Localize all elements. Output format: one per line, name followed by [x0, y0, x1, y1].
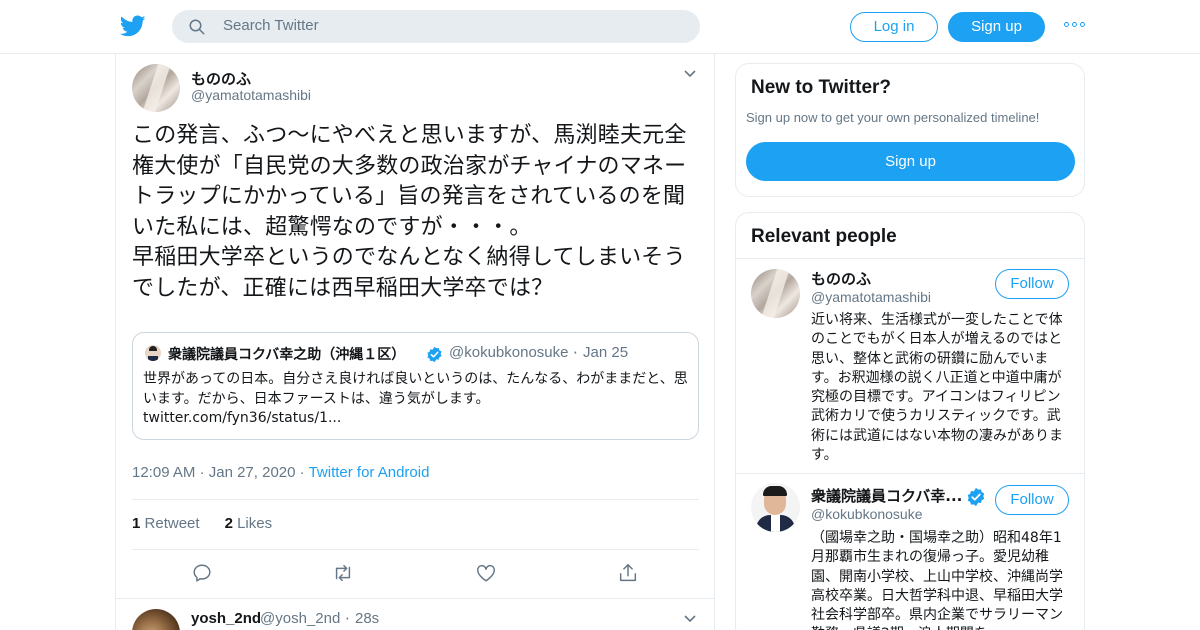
top-bar: Search Twitter Log in Sign up: [0, 0, 1200, 54]
likes-label: Likes: [237, 515, 273, 532]
quoted-author-handle: @kokubkonosuke: [449, 344, 569, 361]
quoted-author-name: 衆議院議員コクバ幸之助（沖縄１区）: [168, 347, 406, 363]
tweet-date[interactable]: Jan 27, 2020: [209, 464, 296, 481]
verified-badge-icon: [427, 346, 442, 363]
more-icon[interactable]: [1064, 22, 1086, 30]
avatar[interactable]: [132, 609, 180, 630]
dot-separator: ·: [573, 344, 578, 362]
avatar[interactable]: [751, 483, 800, 532]
timeline-column: もののふ @yamatotamashibi この発言、ふつ～にやべえと思いますが…: [115, 54, 715, 630]
quoted-tweet[interactable]: 衆議院議員コクバ幸之助（沖縄１区） @kokubkonosuke · Jan 2…: [132, 332, 699, 440]
relevant-people-card: Relevant people もののふ @yamatotamashibi Fo…: [735, 212, 1085, 630]
verified-badge-icon: [967, 487, 985, 507]
quoted-avatar: [145, 345, 161, 361]
reply-icon[interactable]: [191, 562, 213, 584]
person-name[interactable]: 衆議院議員コクバ幸...: [811, 485, 962, 506]
likes-count: 2: [224, 515, 233, 532]
chevron-down-icon[interactable]: [684, 615, 696, 623]
tweet-meta: 12:09 AM · Jan 27, 2020 · Twitter for An…: [132, 464, 429, 481]
quoted-text: 世界があっての日本。自分さえ良ければ良いというのは、たんなる、わがままだと、思い…: [143, 370, 693, 429]
quoted-link[interactable]: twitter.com/fyn36/status/1...: [143, 410, 341, 426]
chevron-down-icon[interactable]: [684, 70, 696, 78]
like-heart-icon[interactable]: [475, 562, 497, 584]
dot-separator: ·: [345, 610, 350, 628]
divider: [132, 499, 699, 500]
divider: [736, 258, 1084, 259]
relevant-people-title: Relevant people: [751, 226, 897, 247]
quoted-date: Jan 25: [583, 344, 629, 361]
share-icon[interactable]: [617, 562, 639, 584]
next-tweet-author-handle[interactable]: @yosh_2nd: [260, 610, 340, 627]
signup-button[interactable]: Sign up: [948, 12, 1045, 42]
new-card-title: New to Twitter?: [751, 77, 892, 98]
tweet-separator: [116, 598, 714, 599]
tweet-actions: [132, 562, 699, 586]
dot-separator: ·: [299, 464, 309, 481]
avatar[interactable]: [751, 269, 800, 318]
follow-button[interactable]: Follow: [995, 269, 1069, 299]
tweet-stats: 1 Retweet 2 Likes: [132, 515, 272, 532]
follow-button[interactable]: Follow: [995, 485, 1069, 515]
avatar[interactable]: [132, 64, 180, 112]
new-to-twitter-card: New to Twitter? Sign up now to get your …: [735, 63, 1085, 197]
divider: [736, 473, 1084, 474]
login-button[interactable]: Log in: [850, 12, 938, 42]
search-box[interactable]: Search Twitter: [172, 10, 700, 43]
person-name[interactable]: もののふ: [811, 268, 871, 289]
person-handle[interactable]: @kokubkonosuke: [811, 506, 923, 522]
next-tweet-time[interactable]: 28s: [355, 610, 379, 627]
search-icon: [189, 19, 205, 35]
retweet-count: 1: [132, 515, 141, 532]
tweet-time: 12:09 AM: [132, 464, 196, 481]
search-input[interactable]: Search Twitter: [223, 17, 319, 34]
retweet-icon[interactable]: [332, 562, 354, 584]
tweet-author-name[interactable]: もののふ: [191, 68, 251, 89]
retweet-label: Retweet: [144, 515, 200, 532]
quoted-body: 世界があっての日本。自分さえ良ければ良いというのは、たんなる、わがままだと、思い…: [143, 371, 688, 407]
dot-separator: ·: [199, 464, 209, 481]
tweet-source-link[interactable]: Twitter for Android: [309, 464, 430, 481]
new-card-subtitle: Sign up now to get your own personalized…: [746, 110, 1040, 125]
person-bio: （國場幸之助・国場幸之助）昭和48年1月那覇市生まれの復帰っ子。愛児幼稚園、開南…: [811, 530, 1063, 630]
sidebar-signup-button[interactable]: Sign up: [746, 142, 1075, 181]
person-handle[interactable]: @yamatotamashibi: [811, 289, 931, 305]
tweet-text: この発言、ふつ～にやべえと思いますが、馬渕睦夫元全権大使が「自民党の大多数の政治…: [132, 123, 687, 301]
retweet-count-link[interactable]: 1 Retweet: [132, 515, 200, 532]
likes-count-link[interactable]: 2 Likes: [225, 515, 273, 532]
tweet-author-handle[interactable]: @yamatotamashibi: [191, 87, 311, 103]
divider: [132, 549, 699, 550]
next-tweet-author-name[interactable]: yosh_2nd: [191, 610, 261, 627]
twitter-bird-icon[interactable]: [119, 13, 147, 39]
person-bio: 近い将来、生活様式が一変したことで体のことでもがく日本人が増えるのではと思い、整…: [811, 312, 1063, 464]
